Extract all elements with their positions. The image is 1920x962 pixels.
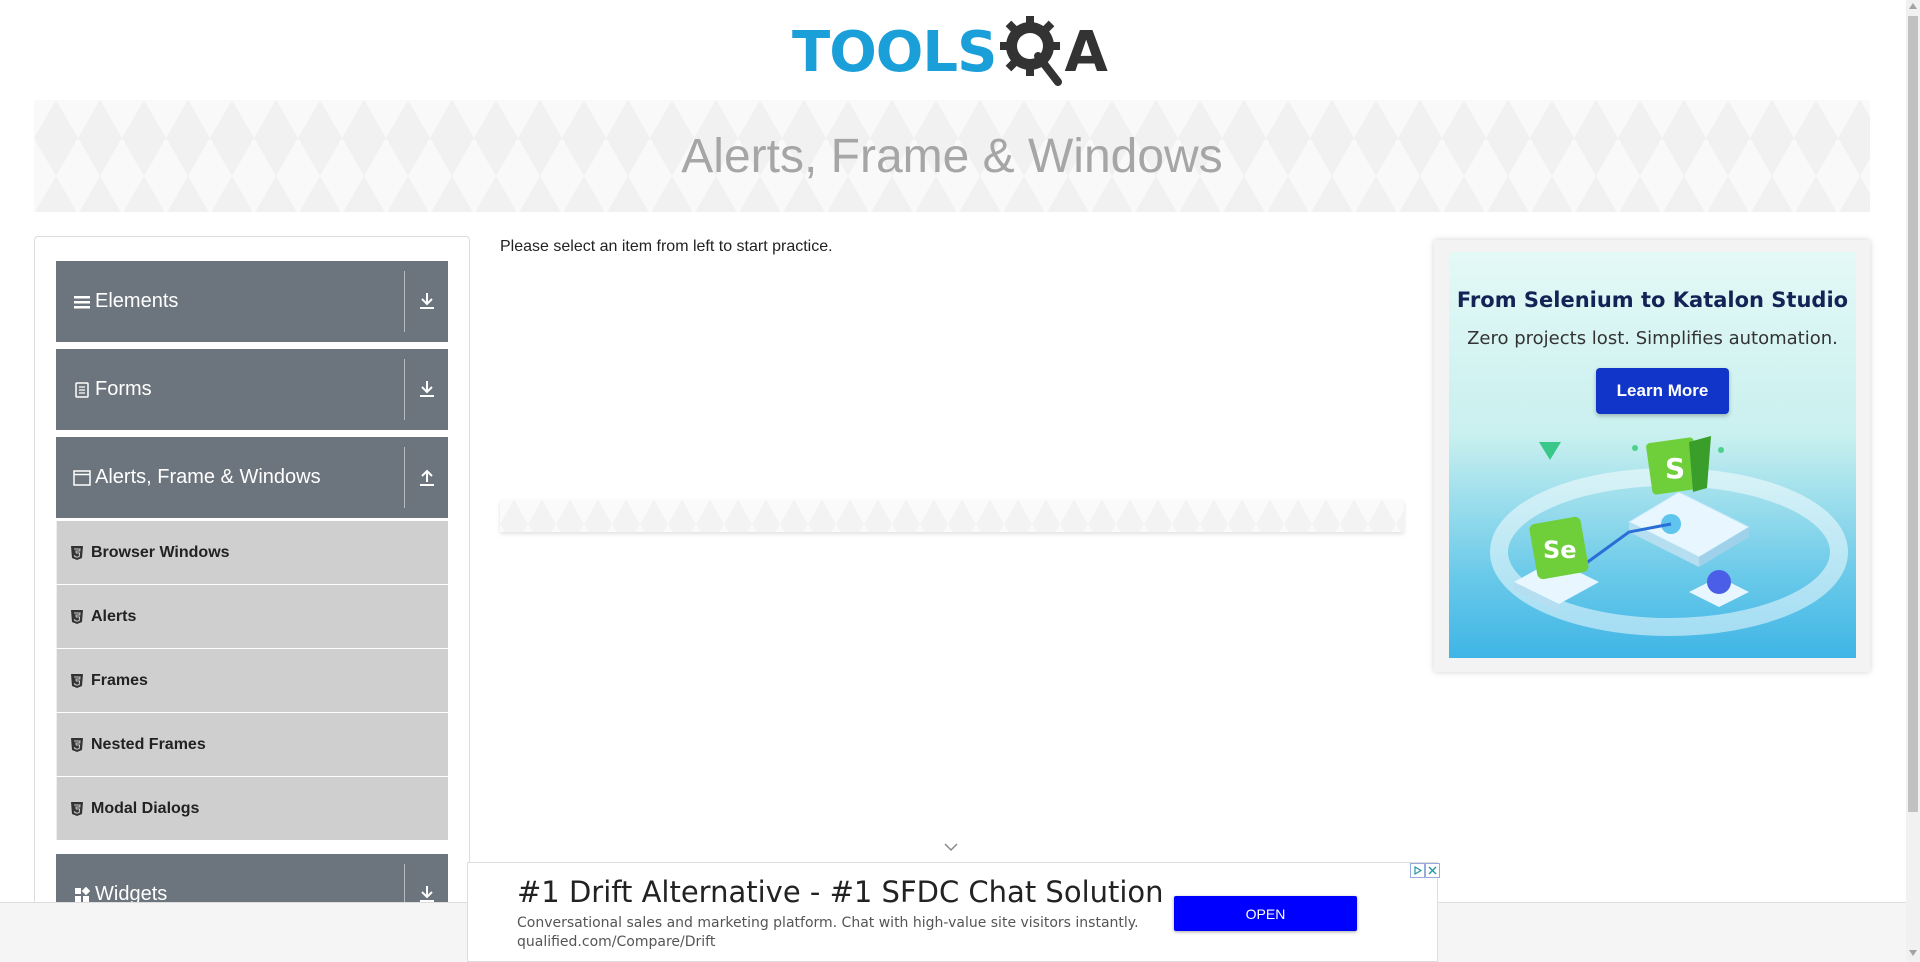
sidebar-item-label: Browser Windows	[91, 543, 230, 561]
download-arrow-icon[interactable]	[418, 291, 436, 311]
ad-placeholder-strip	[500, 500, 1404, 532]
logo-gear-icon	[1000, 16, 1066, 88]
toolsqa-logo[interactable]: TOOLS A	[792, 14, 1116, 90]
sidebar-group-label: Alerts, Frame & Windows	[95, 466, 321, 488]
window-icon	[73, 469, 91, 487]
list-icon	[73, 293, 91, 311]
scrollbar-thumb[interactable]	[1908, 16, 1918, 812]
scroll-up-arrow-icon[interactable]	[1909, 3, 1917, 9]
sidebar-item-label: Frames	[91, 671, 148, 689]
bottom-ad-url[interactable]: qualified.com/Compare/Drift	[517, 934, 715, 950]
page-banner: Alerts, Frame & Windows	[34, 100, 1870, 212]
scroll-down-arrow-icon[interactable]	[1909, 950, 1917, 956]
html5-icon	[71, 801, 83, 816]
html5-icon	[71, 737, 83, 752]
sidebar-group-label: Elements	[95, 290, 179, 312]
download-arrow-icon[interactable]	[418, 379, 436, 399]
ad-choices[interactable]	[1410, 863, 1440, 879]
katalon-s-logo: S	[1665, 452, 1685, 485]
ad-info-icon[interactable]	[1410, 863, 1425, 878]
page-title: Alerts, Frame & Windows	[681, 129, 1223, 183]
sidebar-item-nested-frames[interactable]: Nested Frames	[56, 713, 448, 776]
katalon-ad[interactable]: From Selenium to Katalon Studio Zero pro…	[1449, 252, 1856, 658]
html5-icon	[71, 545, 83, 560]
document-icon	[73, 381, 91, 399]
sidebar-group-forms[interactable]: Forms	[56, 349, 448, 430]
ad-headline: From Selenium to Katalon Studio	[1456, 288, 1849, 312]
html5-icon	[71, 609, 83, 624]
widgets-icon	[73, 886, 91, 904]
close-icon[interactable]	[1425, 863, 1440, 878]
selenium-logo: Se	[1543, 536, 1577, 564]
bottom-ad-description: Conversational sales and marketing platf…	[517, 915, 1139, 931]
sidebar-group-label: Forms	[95, 378, 152, 400]
bottom-ad-headline[interactable]: #1 Drift Alternative - #1 SFDC Chat Solu…	[517, 875, 1164, 909]
sidebar-item-frames[interactable]: Frames	[56, 649, 448, 712]
divider	[404, 359, 405, 420]
sidebar-item-label: Nested Frames	[91, 735, 206, 753]
open-button[interactable]: OPEN	[1174, 896, 1357, 931]
divider	[404, 447, 405, 508]
sidebar-item-label: Alerts	[91, 607, 137, 625]
sidebar-group-alerts-frame-windows[interactable]: Alerts, Frame & Windows	[56, 437, 448, 518]
page: TOOLS A Alerts, Frame & Windows Elements…	[0, 0, 1920, 962]
ad-illustration: S Se	[1490, 436, 1848, 636]
learn-more-button[interactable]: Learn More	[1596, 368, 1729, 414]
chevron-down-icon[interactable]	[944, 842, 958, 852]
logo-suffix: A	[1064, 19, 1108, 85]
vertical-scrollbar[interactable]	[1906, 0, 1920, 962]
upload-arrow-icon[interactable]	[418, 467, 436, 487]
sidebar: Elements Forms Alerts, Frame & Windows B…	[34, 236, 470, 962]
sidebar-item-label: Modal Dialogs	[91, 799, 200, 817]
html5-icon	[71, 673, 83, 688]
sidebar-item-browser-windows[interactable]: Browser Windows	[56, 521, 448, 584]
sidebar-item-modal-dialogs[interactable]: Modal Dialogs	[56, 777, 448, 840]
practice-instruction: Please select an item from left to start…	[500, 238, 833, 255]
sidebar-item-alerts[interactable]: Alerts	[56, 585, 448, 648]
logo-text: TOOLS	[792, 19, 997, 85]
ad-subtext: Zero projects lost. Simplifies automatio…	[1467, 328, 1838, 349]
bottom-ad-banner[interactable]: #1 Drift Alternative - #1 SFDC Chat Solu…	[467, 862, 1440, 962]
divider	[404, 271, 405, 332]
sidebar-group-elements[interactable]: Elements	[56, 261, 448, 342]
download-arrow-icon[interactable]	[418, 884, 436, 904]
